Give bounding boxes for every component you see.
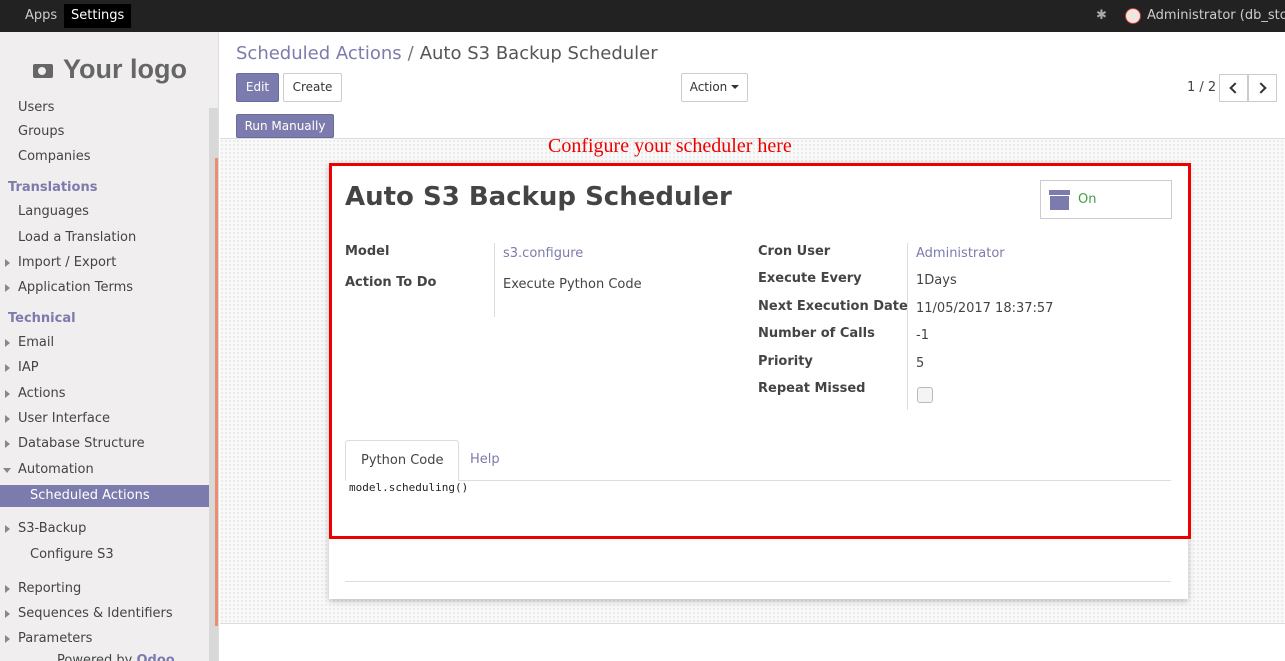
sidebar: Your logo Users Groups Companies Transla…	[0, 32, 219, 661]
chevron-left-icon	[1229, 82, 1241, 94]
company-logo: Your logo	[33, 54, 187, 90]
caret-down-icon	[731, 85, 740, 89]
sidebar-item-iap[interactable]: IAP	[5, 358, 39, 378]
pager-next-button[interactable]	[1248, 74, 1277, 102]
settings-menu[interactable]: Settings	[64, 4, 132, 28]
sidebar-item-users[interactable]: Users	[18, 98, 54, 118]
pager-previous-button[interactable]	[1219, 74, 1248, 102]
sidebar-item-companies[interactable]: Companies	[18, 147, 91, 167]
sidebar-item-user-interface[interactable]: User Interface	[5, 409, 110, 429]
logo-text: Your logo	[63, 54, 187, 84]
sidebar-item-actions[interactable]: Actions	[5, 384, 66, 404]
sidebar-scrollbar[interactable]	[209, 108, 218, 661]
sidebar-item-groups[interactable]: Groups	[18, 122, 64, 142]
sidebar-item-s3-backup[interactable]: S3-Backup	[4, 519, 86, 539]
sidebar-item-automation[interactable]: Automation	[3, 460, 94, 480]
sidebar-item-configure-s3[interactable]: Configure S3	[30, 545, 114, 565]
sidebar-item-scheduled-actions[interactable]: Scheduled Actions	[0, 485, 209, 507]
sheet-divider	[345, 581, 1171, 582]
sidebar-item-sequences[interactable]: Sequences & Identifiers	[5, 604, 173, 624]
sidebar-item-languages[interactable]: Languages	[18, 202, 89, 222]
breadcrumb-parent[interactable]: Scheduled Actions	[236, 43, 402, 64]
debug-bug-icon[interactable]: ✱	[1096, 8, 1110, 24]
pager-value: 1 / 2	[1187, 80, 1217, 95]
user-menu[interactable]: Administrator (db_store)	[1147, 4, 1285, 28]
top-navbar: Apps Settings ✱ Administrator (db_store)	[0, 0, 1285, 32]
chevron-right-icon	[1255, 82, 1267, 94]
create-button[interactable]: Create	[283, 73, 342, 102]
powered-by: Powered by Odoo	[57, 653, 175, 661]
annotation-text: Configure your scheduler here	[548, 135, 792, 157]
sidebar-item-application-terms[interactable]: Application Terms	[4, 278, 133, 298]
breadcrumb-separator: /	[407, 43, 414, 64]
sidebar-section-technical: Technical	[8, 311, 76, 326]
sidebar-item-parameters[interactable]: Parameters	[4, 629, 92, 649]
edit-button[interactable]: Edit	[236, 73, 279, 102]
sidebar-item-reporting[interactable]: Reporting	[4, 579, 81, 599]
sidebar-item-load-translation[interactable]: Load a Translation	[18, 228, 136, 248]
apps-menu[interactable]: Apps	[18, 4, 64, 28]
sidebar-section-translations: Translations	[8, 180, 98, 195]
breadcrumb: Scheduled Actions / Auto S3 Backup Schedul…	[236, 43, 658, 64]
action-dropdown[interactable]: Action	[681, 73, 748, 102]
sidebar-item-database-structure[interactable]: Database Structure	[5, 434, 145, 454]
sidebar-item-import-export[interactable]: Import / Export	[4, 253, 116, 273]
run-manually-button[interactable]: Run Manually	[236, 114, 334, 138]
sidebar-item-email[interactable]: Email	[4, 333, 54, 353]
annotation-highlight-box	[329, 163, 1191, 539]
user-avatar[interactable]	[1125, 8, 1141, 24]
camera-icon	[33, 60, 53, 78]
breadcrumb-current: Auto S3 Backup Scheduler	[419, 43, 658, 64]
action-label: Action	[689, 80, 728, 94]
